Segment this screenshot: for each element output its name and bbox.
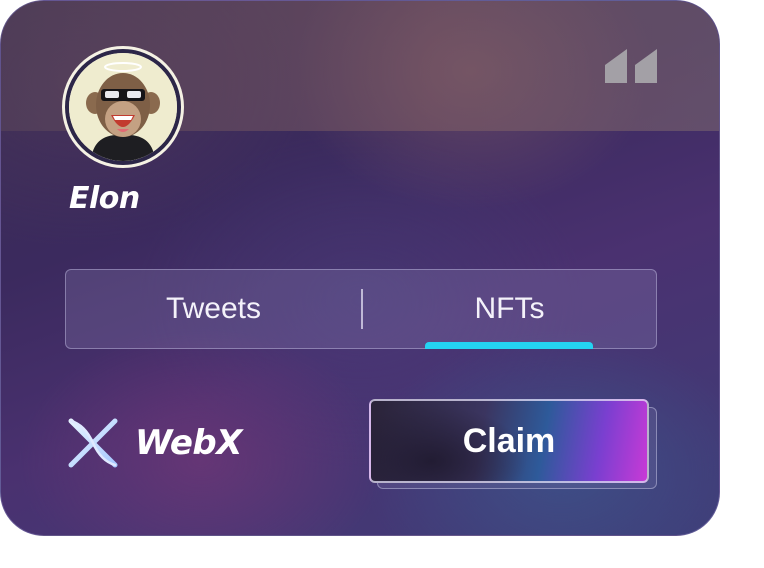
claim-button[interactable]: Claim (369, 399, 649, 483)
active-tab-indicator (425, 342, 593, 349)
ape-avatar-image (69, 53, 177, 161)
webx-logo-icon (68, 418, 118, 468)
profile-card: Elon Tweets NFTs WebX Claim (0, 0, 720, 536)
brand-name: WebX (135, 423, 242, 463)
quote-icon (605, 49, 657, 83)
tab-bar: Tweets NFTs (65, 269, 657, 349)
profile-name: Elon (69, 181, 140, 216)
claim-button-label: Claim (462, 421, 556, 460)
tab-nfts-label: NFTs (474, 292, 545, 325)
avatar[interactable] (65, 49, 181, 165)
brand: WebX (65, 417, 242, 469)
tab-nfts[interactable]: NFTs (362, 270, 657, 348)
tab-tweets-label: Tweets (165, 292, 262, 325)
tab-tweets[interactable]: Tweets (66, 270, 361, 348)
